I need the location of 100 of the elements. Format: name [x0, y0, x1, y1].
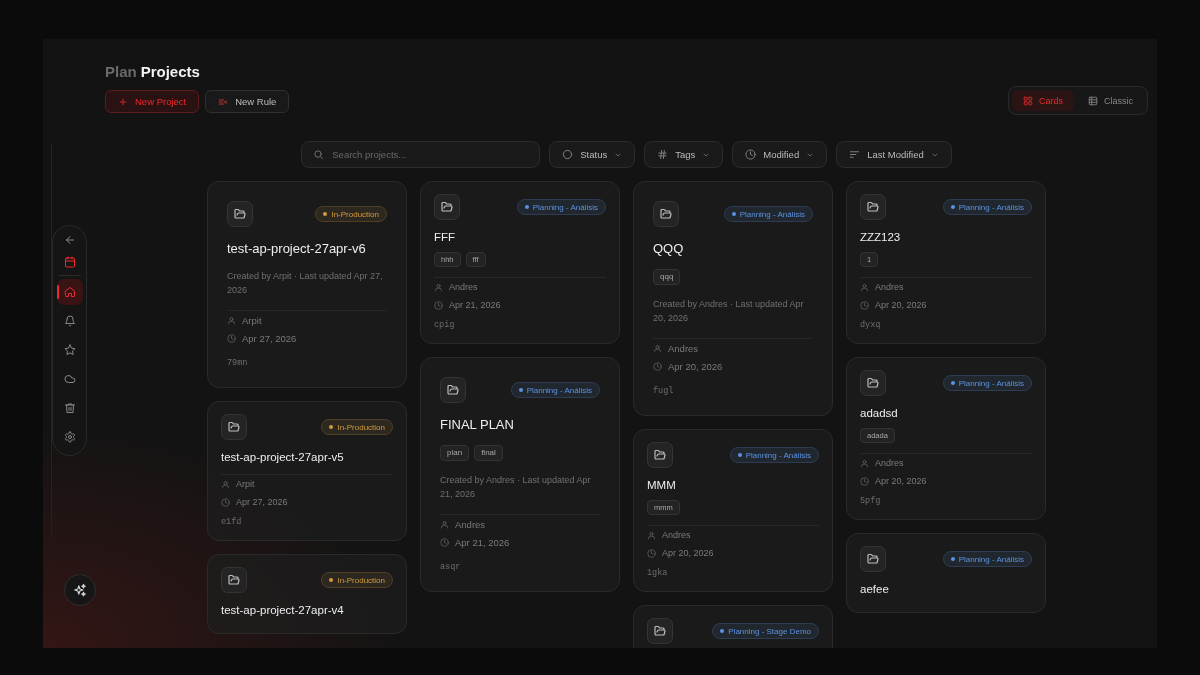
new-rule-button[interactable]: New Rule	[205, 90, 290, 113]
status-label: Planning - Análisis	[532, 202, 598, 212]
title-prefix: Plan	[105, 62, 137, 82]
user-icon	[434, 282, 443, 292]
folder-icon	[860, 370, 886, 396]
tag-chip: final	[474, 445, 503, 461]
list-x-icon	[218, 96, 229, 107]
modified-date: Apr 20, 2026	[668, 360, 723, 372]
project-title: FFF	[434, 230, 457, 244]
settings-icon	[63, 431, 76, 443]
modified-date: Apr 27, 2026	[242, 332, 297, 344]
clock-icon	[860, 476, 869, 486]
project-code: asqr	[440, 561, 462, 573]
project-title: QQQ	[653, 241, 685, 257]
project-title: MMM	[647, 478, 677, 492]
arrow-left-icon	[63, 233, 76, 246]
grid-icon	[1022, 95, 1033, 106]
modified-date: Apr 20, 2026	[875, 300, 927, 310]
owner-name: Andres	[668, 342, 699, 354]
status-label: In-Production	[337, 575, 385, 585]
owner-name: Andres	[449, 282, 478, 292]
user-icon	[227, 315, 236, 325]
owner-name: Andres	[662, 530, 691, 540]
owner-name: Andres	[875, 282, 904, 292]
status-label: Planning - Análisis	[526, 385, 592, 395]
cloud-icon	[63, 373, 76, 385]
modified-filter[interactable]: Modified	[732, 141, 828, 168]
project-card[interactable]: In-Production test-ap-project-27apr-v6 Created by Arpit · Last updated Apr 27, 2026 Arpit Apr 27, 2026 79mn	[207, 181, 407, 388]
project-code: dyxq	[860, 319, 882, 331]
home-button[interactable]	[56, 279, 83, 305]
project-title: ZZZ123	[860, 230, 902, 244]
table-icon	[1088, 95, 1098, 106]
page-title: Projects	[140, 62, 200, 82]
user-icon	[860, 282, 869, 292]
hash-icon	[657, 149, 669, 160]
folder-icon	[434, 194, 460, 220]
owner-name: Arpit	[242, 314, 262, 326]
status-label: In-Production	[337, 422, 385, 432]
search-field[interactable]: Search projects...	[301, 141, 541, 168]
tags-filter[interactable]: Tags	[644, 141, 724, 168]
clock-icon	[647, 548, 656, 558]
clock-icon	[221, 497, 230, 507]
tag-chip: qqq	[653, 269, 681, 285]
owner-name: Andres	[455, 518, 486, 530]
project-description: Created by Arpit · Last updated Apr 27, 2026	[227, 270, 384, 297]
view-tab[interactable]: Cards	[1011, 90, 1074, 111]
folder-icon	[653, 201, 679, 227]
modified-date: Apr 21, 2026	[449, 300, 501, 310]
project-card[interactable]: Planning - Análisis QQQ qqq Created by Andres · Last updated Apr 20, 2026 Andres Apr 20, 2026 fugl	[633, 181, 833, 416]
project-description: Created by Andres · Last updated Apr 21, 2026	[440, 474, 592, 501]
new-project-button[interactable]: New Project	[105, 90, 200, 113]
folder-icon	[647, 442, 673, 468]
project-card[interactable]: In-Production test-ap-project-27apr-v4	[207, 554, 407, 634]
user-icon	[440, 519, 449, 529]
folder-icon	[221, 567, 247, 593]
project-code: 5pfg	[860, 495, 882, 507]
project-card[interactable]: Planning - Análisis FINAL PLAN plan final Created by Andres · Last updated Apr 21, 2026 Andres Apr 21, 2026 asqr	[420, 357, 620, 592]
clock-icon	[434, 300, 443, 310]
folder-icon	[227, 201, 253, 227]
project-code: cpig	[434, 319, 456, 331]
status-label: Planning - Análisis	[958, 554, 1024, 564]
project-card[interactable]: Planning - Stage Demo	[633, 605, 833, 648]
clock-icon	[227, 333, 236, 343]
tag-chip: plan	[440, 445, 470, 461]
user-icon	[647, 530, 656, 540]
user-icon	[860, 458, 869, 468]
project-title: test-ap-project-27apr-v6	[227, 241, 367, 257]
folder-icon	[647, 618, 673, 644]
project-code: 79mn	[227, 357, 249, 369]
clock-icon	[653, 361, 662, 371]
bell-icon	[63, 315, 76, 327]
home-icon	[63, 286, 76, 298]
project-title: adadsd	[860, 406, 899, 420]
project-card[interactable]: In-Production test-ap-project-27apr-v5 Arpit Apr 27, 2026 e1fd	[207, 401, 407, 541]
status-label: Planning - Análisis	[958, 378, 1024, 388]
sparkle-icon	[73, 583, 87, 597]
clock-icon	[440, 537, 449, 547]
project-title: aefee	[860, 582, 890, 596]
status-label: Planning - Análisis	[739, 209, 805, 219]
project-card[interactable]: Planning - Análisis aefee	[846, 533, 1046, 613]
project-code: 1gka	[647, 567, 669, 579]
project-description: Created by Andres · Last updated Apr 20, 2026	[653, 298, 805, 325]
owner-name: Andres	[875, 458, 904, 468]
view-tab[interactable]: Classic	[1077, 90, 1144, 111]
status-label: Planning - Análisis	[958, 202, 1024, 212]
status-label: In-Production	[331, 209, 379, 219]
folder-icon	[860, 546, 886, 572]
project-title: test-ap-project-27apr-v5	[221, 450, 345, 464]
search-icon	[313, 149, 325, 160]
status-filter[interactable]: Status	[549, 141, 636, 168]
user-icon	[653, 343, 662, 353]
project-code: fugl	[653, 385, 675, 397]
sort-dropdown[interactable]: Last Modified	[836, 141, 952, 168]
owner-name: Arpit	[236, 479, 255, 489]
status-label: Planning - Stage Demo	[728, 626, 811, 636]
project-title: test-ap-project-27apr-v4	[221, 603, 345, 617]
assistant-button[interactable]	[64, 574, 96, 606]
modified-date: Apr 20, 2026	[875, 476, 927, 486]
user-icon	[221, 479, 230, 489]
clock-icon	[860, 300, 869, 310]
